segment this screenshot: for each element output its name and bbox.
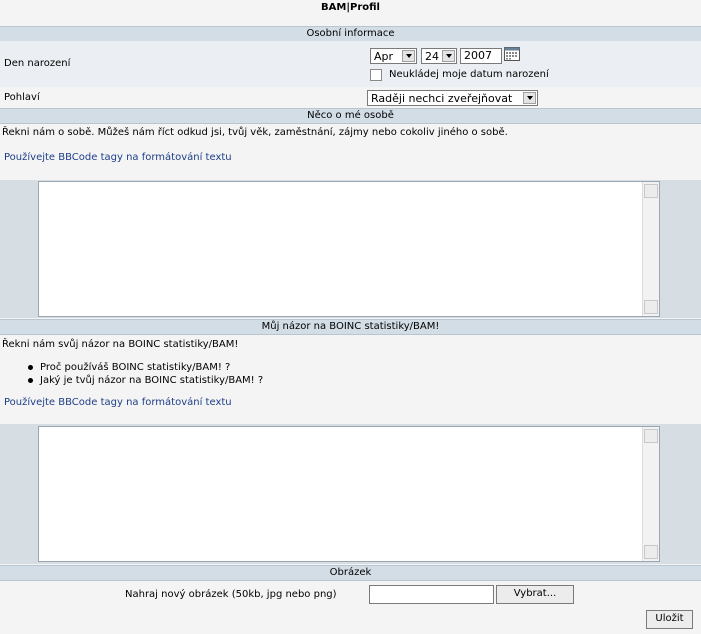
birth-day-value: 24 <box>425 50 439 63</box>
gender-row <box>0 87 701 107</box>
gender-select[interactable]: Raději nechci zveřejňovat <box>367 90 538 106</box>
section-header-personal: Osobní informace <box>0 26 701 42</box>
birth-month-value: Apr <box>374 50 394 63</box>
scroll-up-button[interactable] <box>644 429 658 443</box>
section-header-opinion: Můj názor na BOINC statistiky/BAM! <box>0 319 701 335</box>
dont-save-birthdate-label: Neukládej moje datum narození <box>389 69 549 80</box>
scroll-down-button[interactable] <box>644 300 658 314</box>
list-item: Proč používáš BOINC statistiky/BAM! ? <box>0 361 263 374</box>
scroll-up-button[interactable] <box>644 184 658 198</box>
about-textarea-area <box>0 180 701 318</box>
bbcode-help-link-opinion[interactable]: Používejte BBCode tagy na formátování te… <box>4 397 232 408</box>
scrollbar[interactable] <box>642 427 659 561</box>
list-item: Jaký je tvůj názor na BOINC statistiky/B… <box>0 374 263 387</box>
birth-row <box>0 41 701 87</box>
calendar-icon[interactable] <box>504 47 520 61</box>
browse-button[interactable]: Vybrat... <box>496 585 574 604</box>
section-header-about: Něco o mé osobě <box>0 108 701 124</box>
save-button[interactable]: Uložit <box>646 610 693 629</box>
page-title: BAM|Profil <box>321 2 380 13</box>
birth-year-input[interactable]: 2007 <box>460 48 502 64</box>
about-intro: Řekni nám o sobě. Můžeš nám říct odkud j… <box>2 127 508 138</box>
opinion-bullet-list: Proč používáš BOINC statistiky/BAM! ? Ja… <box>0 361 263 387</box>
about-textarea[interactable] <box>38 181 660 317</box>
upload-file-input[interactable] <box>369 585 494 604</box>
dont-save-birthdate-checkbox[interactable] <box>370 69 382 81</box>
opinion-textarea[interactable] <box>38 426 660 562</box>
opinion-textarea-area <box>0 424 701 564</box>
section-header-image: Obrázek <box>0 565 701 581</box>
birth-month-select[interactable]: Apr <box>370 48 417 64</box>
gender-label: Pohlaví <box>4 92 40 103</box>
birth-day-select[interactable]: 24 <box>421 48 457 64</box>
chevron-down-icon <box>442 50 455 62</box>
birth-date-label: Den narození <box>4 58 71 69</box>
opinion-intro: Řekni nám svůj názor na BOINC statistiky… <box>2 339 239 350</box>
scrollbar[interactable] <box>642 182 659 316</box>
chevron-down-icon <box>523 92 536 104</box>
chevron-down-icon <box>402 50 415 62</box>
upload-image-label: Nahraj nový obrázek (50kb, jpg nebo png) <box>125 589 337 600</box>
bbcode-help-link-about[interactable]: Používejte BBCode tagy na formátování te… <box>4 152 232 163</box>
gender-value: Raději nechci zveřejňovat <box>371 92 513 105</box>
scroll-down-button[interactable] <box>644 545 658 559</box>
